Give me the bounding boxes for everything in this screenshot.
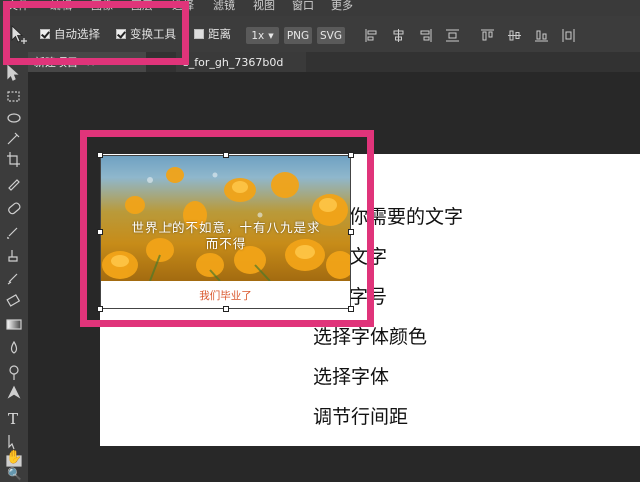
gradient-icon [6,319,22,330]
distance-check[interactable] [194,29,204,39]
marquee-icon [7,91,20,102]
canvas-text-line-6[interactable]: 调节行间距 [313,402,408,429]
quick-select-icon [7,132,20,145]
chevron-down-icon: ▼ [268,31,274,40]
healing-icon [8,202,21,215]
pen-icon [7,385,21,399]
align-right-icon[interactable] [419,29,432,42]
align-bottom-icon[interactable] [535,29,548,42]
tab-document[interactable]: e_for_gh_7367b0d [176,52,306,72]
highlight-box-layer [80,130,374,327]
highlight-box-options [3,1,189,65]
hand-icon[interactable]: ✋ [6,450,22,465]
align-top-icon[interactable] [481,29,494,42]
align-left-icon[interactable] [365,29,378,42]
stamp-icon [8,250,18,262]
menu-window[interactable]: 窗口 [292,0,314,13]
align-middle-icon[interactable] [508,29,521,42]
history-brush-icon [7,273,18,285]
tab-label: e_for_gh_7367b0d [182,55,284,69]
export-png-button[interactable]: PNG [284,27,312,44]
zoom-value: 1x [251,29,265,42]
brush-icon [7,227,18,239]
blur-icon [10,340,18,354]
distribute-h-icon[interactable] [446,29,459,42]
menu-view[interactable]: 视图 [253,0,275,13]
tools-icons: T [6,64,22,467]
lasso-icon [7,113,21,123]
menu-filter[interactable]: 滤镜 [213,0,235,13]
dodge-icon [9,365,19,375]
crop-icon [7,152,20,167]
eyedropper-icon [8,179,20,191]
align-center-h-icon[interactable] [392,29,405,42]
distribute-v-icon[interactable] [562,29,575,42]
eraser-icon [6,294,21,307]
move-tool-icon [7,64,19,81]
menu-more[interactable]: 更多 [331,0,353,13]
canvas-text-line-5[interactable]: 选择字体 [313,362,389,389]
zoom-dropdown[interactable]: 1x ▼ [246,27,279,44]
distance-label: 距离 [208,27,231,41]
export-svg-button[interactable]: SVG [317,27,345,44]
zoom-icon[interactable]: 🔍 [7,467,22,481]
path-select-icon [8,435,15,450]
type-icon: T [8,410,18,428]
distance-checkbox[interactable]: 距离 [194,27,231,41]
